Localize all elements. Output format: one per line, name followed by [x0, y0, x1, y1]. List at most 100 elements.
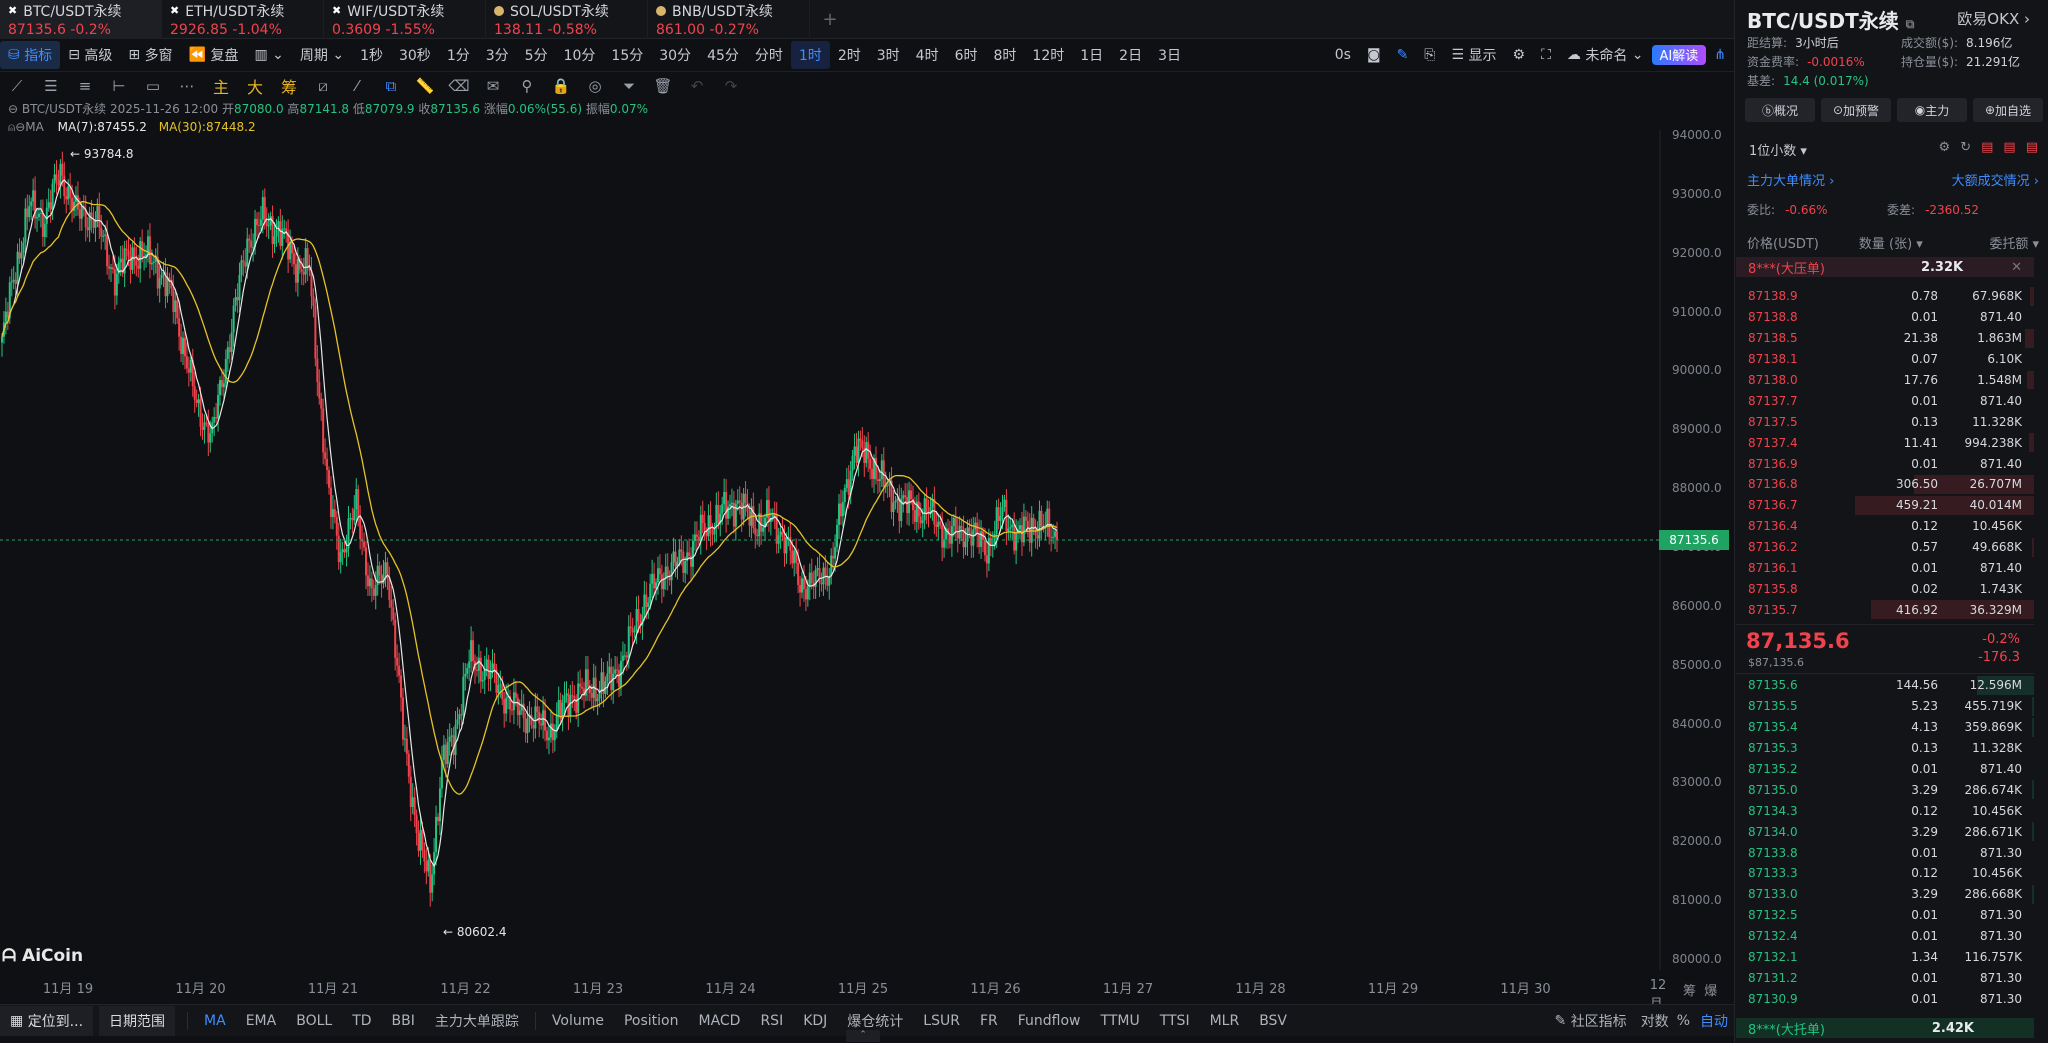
replay-button[interactable]: ⏪ 复盘: [181, 41, 247, 69]
ask-row[interactable]: 87137.4 11.41 994.238K: [1736, 432, 2034, 453]
panel-button-0[interactable]: ⓑ 概况: [1745, 98, 1815, 122]
bid-row[interactable]: 87135.0 3.29 286.674K: [1736, 779, 2034, 800]
exchange-selector[interactable]: 欧易OKX ›: [1957, 8, 2030, 29]
big-buy-wall[interactable]: 8***(大托单) 2.42K: [1736, 1018, 2034, 1038]
sub-indicator-10[interactable]: TTSI: [1150, 1006, 1200, 1036]
ask-row[interactable]: 87138.5 21.38 1.863M: [1736, 328, 2034, 349]
sub-indicator-9[interactable]: TTMU: [1091, 1006, 1150, 1036]
fullscreen-icon[interactable]: ⛶: [1533, 41, 1559, 69]
info-collapse-icon[interactable]: ⊖: [8, 102, 18, 116]
sub-indicator-3[interactable]: RSI: [750, 1006, 793, 1036]
sub-indicator-12[interactable]: BSV: [1249, 1006, 1297, 1036]
magnet-icon[interactable]: ⧉: [374, 73, 408, 99]
locate-button[interactable]: ▦ 定位到...: [0, 1005, 94, 1036]
display-button[interactable]: ☰ 显示: [1444, 41, 1505, 69]
undo-icon[interactable]: ↶: [680, 73, 714, 99]
bid-row[interactable]: 87130.9 0.01 871.30: [1736, 988, 2034, 1009]
bid-row[interactable]: 87133.0 3.29 286.668K: [1736, 884, 2034, 905]
sub-indicator-7[interactable]: FR: [970, 1006, 1008, 1036]
trash-icon[interactable]: 🗑: [646, 73, 680, 99]
interval-9[interactable]: 分时: [747, 41, 791, 69]
advanced-button[interactable]: ⊟ 高级: [60, 41, 120, 69]
close-icon[interactable]: ✕: [2011, 260, 2022, 275]
redo-icon[interactable]: ↷: [714, 73, 748, 99]
ruler-icon[interactable]: 📏: [408, 73, 442, 99]
tab-1[interactable]: ✖ ETH/USDT永续 2926.85 -1.04%: [162, 0, 324, 39]
eraser-icon[interactable]: ⌫: [442, 73, 476, 99]
lock-icon[interactable]: 🔒: [544, 73, 578, 99]
bid-row[interactable]: 87135.2 0.01 871.40: [1736, 759, 2034, 780]
copy-icon[interactable]: ⧉: [1906, 17, 1915, 31]
decimals-selector[interactable]: 1位小数 ▾: [1749, 140, 1807, 159]
ask-row[interactable]: 87137.7 0.01 871.40: [1736, 390, 2034, 411]
ask-row[interactable]: 87137.5 0.13 11.328K: [1736, 411, 2034, 432]
tab-3[interactable]: SOL/USDT永续 138.11 -0.58%: [486, 0, 648, 39]
interval-16[interactable]: 12时: [1024, 41, 1072, 69]
sub-indicator-8[interactable]: Fundflow: [1008, 1006, 1091, 1036]
interval-2[interactable]: 1分: [439, 41, 478, 69]
interval-19[interactable]: 3日: [1150, 41, 1189, 69]
ask-row[interactable]: 87138.8 0.01 871.40: [1736, 307, 2034, 328]
ask-row[interactable]: 87136.7 459.21 40.014M: [1736, 495, 2034, 516]
date-range-button[interactable]: 日期范围: [99, 1005, 176, 1036]
measure-icon[interactable]: ⧄: [306, 73, 340, 99]
book-asks-icon[interactable]: ▤: [2003, 140, 2015, 155]
camera-icon[interactable]: ◙: [1359, 41, 1389, 69]
interval-0[interactable]: 1秒: [352, 41, 391, 69]
interval-11[interactable]: 2时: [830, 41, 869, 69]
link-icon[interactable]: ⎘: [1416, 41, 1443, 69]
candle-type-button[interactable]: ▥ ⌄: [246, 41, 291, 69]
chip-toggle[interactable]: 筹: [1683, 984, 1696, 999]
chip-button[interactable]: 筹: [272, 73, 306, 99]
bid-row[interactable]: 87135.5 5.23 455.719K: [1736, 696, 2034, 717]
auto-scale-toggle[interactable]: 自动: [1694, 1006, 1734, 1036]
candlestick-chart[interactable]: ← 93784.8 ← 80602.4: [0, 130, 1670, 970]
gear-icon[interactable]: ⚙: [1505, 41, 1534, 69]
sub-indicator-2[interactable]: MACD: [688, 1006, 750, 1036]
horizontal-line-icon[interactable]: ⊢: [102, 73, 136, 99]
ask-row[interactable]: 87138.9 0.78 67.968K: [1736, 286, 2034, 307]
sub-indicator-0[interactable]: Volume: [542, 1006, 614, 1036]
interval-6[interactable]: 15分: [603, 41, 651, 69]
panel-button-3[interactable]: ⊕ 加自选: [1973, 98, 2043, 122]
indicators-button[interactable]: ⛁ 指标: [0, 41, 61, 69]
tab-2[interactable]: ✖ WIF/USDT永续 0.3609 -1.55%: [324, 0, 486, 39]
interval-8[interactable]: 45分: [699, 41, 747, 69]
panel-button-2[interactable]: ◉ 主力: [1897, 98, 1967, 122]
refresh-icon[interactable]: ↻: [1960, 140, 1971, 155]
main-force-button[interactable]: 主: [204, 73, 238, 99]
large-trades-link[interactable]: 大额成交情况 ›: [1952, 170, 2039, 189]
brush-icon[interactable]: ⁄: [340, 73, 374, 99]
ai-interpret-button[interactable]: AI解读: [1651, 45, 1707, 65]
ask-row[interactable]: 87138.0 17.76 1.548M: [1736, 370, 2034, 391]
ask-row[interactable]: 87136.2 0.57 49.668K: [1736, 537, 2034, 558]
ask-row[interactable]: 87135.8 0.02 1.743K: [1736, 578, 2034, 599]
multi-window-button[interactable]: ⊞ 多窗: [120, 41, 180, 69]
tab-4[interactable]: BNB/USDT永续 861.00 -0.27%: [648, 0, 810, 39]
main-indicator-2[interactable]: BOLL: [286, 1006, 342, 1036]
interval-13[interactable]: 4时: [908, 41, 947, 69]
interval-3[interactable]: 3分: [478, 41, 517, 69]
ask-row[interactable]: 87135.7 416.92 36.329M: [1736, 599, 2034, 620]
ask-row[interactable]: 87136.1 0.01 871.40: [1736, 558, 2034, 579]
sub-indicator-1[interactable]: Position: [614, 1006, 689, 1036]
ask-row[interactable]: 87136.4 0.12 10.456K: [1736, 516, 2034, 537]
main-indicator-3[interactable]: TD: [342, 1006, 381, 1036]
period-button[interactable]: 周期 ⌄: [292, 41, 352, 69]
bid-row[interactable]: 87135.4 4.13 359.869K: [1736, 717, 2034, 738]
bid-row[interactable]: 87132.1 1.34 116.757K: [1736, 947, 2034, 968]
bid-row[interactable]: 87133.8 0.01 871.30: [1736, 842, 2034, 863]
ask-row[interactable]: 87136.9 0.01 871.40: [1736, 453, 2034, 474]
bid-row[interactable]: 87134.3 0.12 10.456K: [1736, 800, 2034, 821]
big-order-button[interactable]: 大: [238, 73, 272, 99]
bid-row[interactable]: 87135.3 0.13 11.328K: [1736, 738, 2034, 759]
col-total[interactable]: 委托额 ▾: [1989, 233, 2039, 252]
book-bids-icon[interactable]: ▤: [2026, 140, 2038, 155]
bid-row[interactable]: 87134.0 3.29 286.671K: [1736, 821, 2034, 842]
book-both-icon[interactable]: ▤: [1981, 140, 1993, 155]
interval-18[interactable]: 2日: [1111, 41, 1150, 69]
ask-row[interactable]: 87136.8 306.50 26.707M: [1736, 474, 2034, 495]
pin-icon[interactable]: ⚲: [510, 73, 544, 99]
interval-4[interactable]: 5分: [517, 41, 556, 69]
bid-row[interactable]: 87132.4 0.01 871.30: [1736, 926, 2034, 947]
